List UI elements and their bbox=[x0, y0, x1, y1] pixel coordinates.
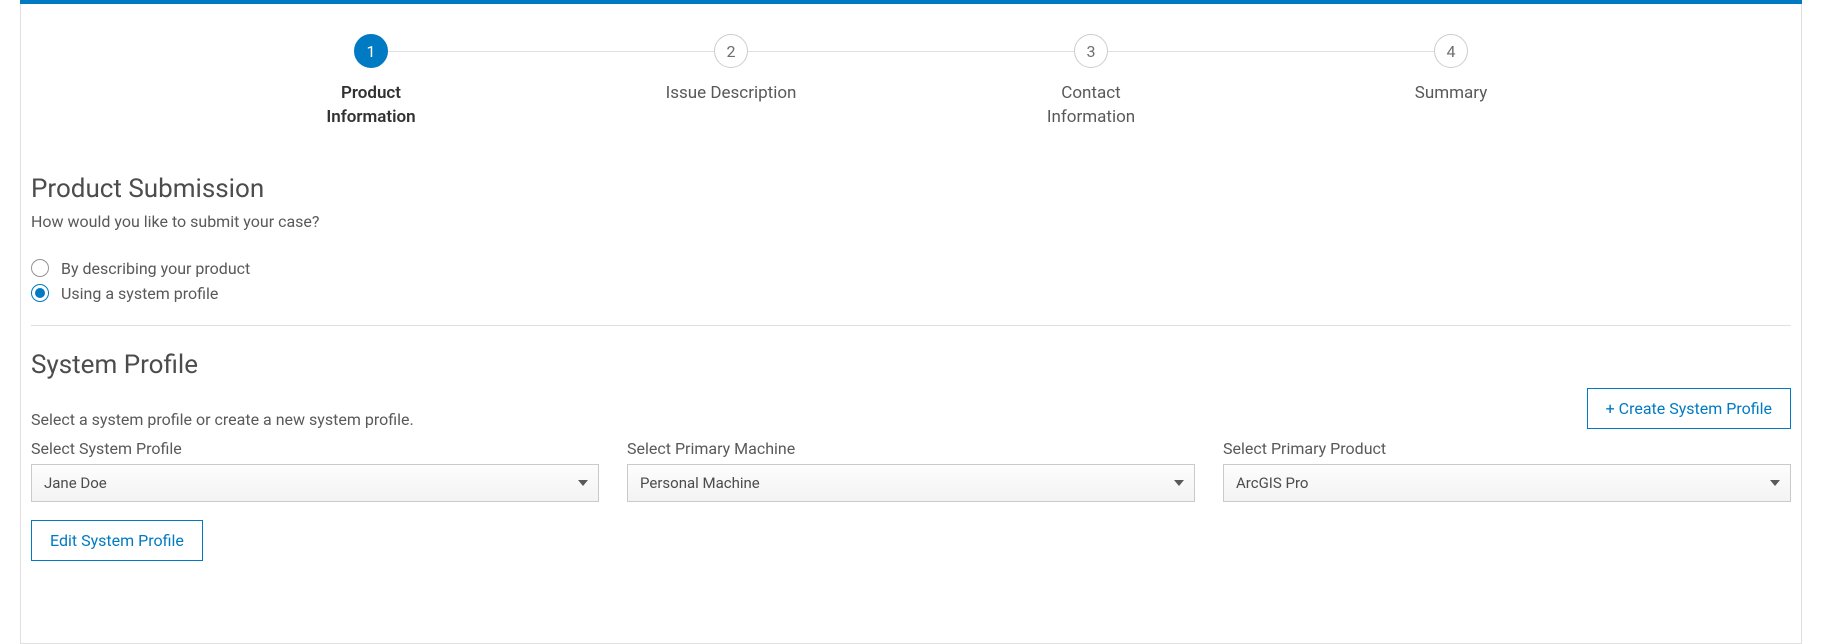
chevron-down-icon bbox=[1770, 480, 1780, 486]
radio-icon bbox=[31, 259, 49, 277]
step-contact-information[interactable]: 3 Contact Information bbox=[911, 34, 1271, 130]
radio-label: By describing your product bbox=[61, 259, 250, 278]
select-primary-machine[interactable]: Personal Machine bbox=[627, 464, 1195, 502]
stepper: 1 Product Information 2 Issue Descriptio… bbox=[21, 4, 1801, 150]
step-label: Issue Description bbox=[666, 82, 797, 106]
step-connector bbox=[371, 51, 714, 52]
step-label: Summary bbox=[1415, 82, 1487, 106]
section-divider bbox=[31, 325, 1791, 326]
step-label: Contact Information bbox=[1047, 82, 1135, 130]
chevron-down-icon bbox=[1174, 480, 1184, 486]
select-primary-machine-label: Select Primary Machine bbox=[627, 439, 1195, 458]
step-summary[interactable]: 4 Summary bbox=[1271, 34, 1631, 106]
radio-icon bbox=[31, 284, 49, 302]
select-primary-product-label: Select Primary Product bbox=[1223, 439, 1791, 458]
step-connector bbox=[731, 51, 1074, 52]
chevron-down-icon bbox=[578, 480, 588, 486]
step-label: Product Information bbox=[326, 82, 415, 130]
select-value: Jane Doe bbox=[44, 474, 107, 492]
system-profile-title: System Profile bbox=[31, 350, 1791, 380]
step-connector bbox=[1091, 51, 1434, 52]
select-value: Personal Machine bbox=[640, 474, 760, 492]
select-value: ArcGIS Pro bbox=[1236, 474, 1308, 492]
select-primary-product[interactable]: ArcGIS Pro bbox=[1223, 464, 1791, 502]
step-circle: 1 bbox=[354, 34, 388, 68]
step-circle: 2 bbox=[714, 34, 748, 68]
step-issue-description[interactable]: 2 Issue Description bbox=[551, 34, 911, 106]
system-profile-subtitle: Select a system profile or create a new … bbox=[31, 410, 414, 429]
edit-system-profile-button[interactable]: Edit System Profile bbox=[31, 520, 203, 561]
step-product-information[interactable]: 1 Product Information bbox=[191, 34, 551, 130]
step-label-line1: Product Information bbox=[326, 83, 415, 127]
radio-by-describing[interactable]: By describing your product bbox=[31, 259, 1791, 278]
product-submission-question: How would you like to submit your case? bbox=[31, 212, 1791, 231]
radio-label: Using a system profile bbox=[61, 284, 218, 303]
select-system-profile-label: Select System Profile bbox=[31, 439, 599, 458]
step-circle: 3 bbox=[1074, 34, 1108, 68]
radio-using-system-profile[interactable]: Using a system profile bbox=[31, 284, 1791, 303]
step-circle: 4 bbox=[1434, 34, 1468, 68]
product-submission-title: Product Submission bbox=[31, 174, 1791, 204]
select-system-profile[interactable]: Jane Doe bbox=[31, 464, 599, 502]
submission-method-radio-group: By describing your product Using a syste… bbox=[31, 259, 1791, 303]
create-system-profile-button[interactable]: + Create System Profile bbox=[1587, 388, 1791, 429]
